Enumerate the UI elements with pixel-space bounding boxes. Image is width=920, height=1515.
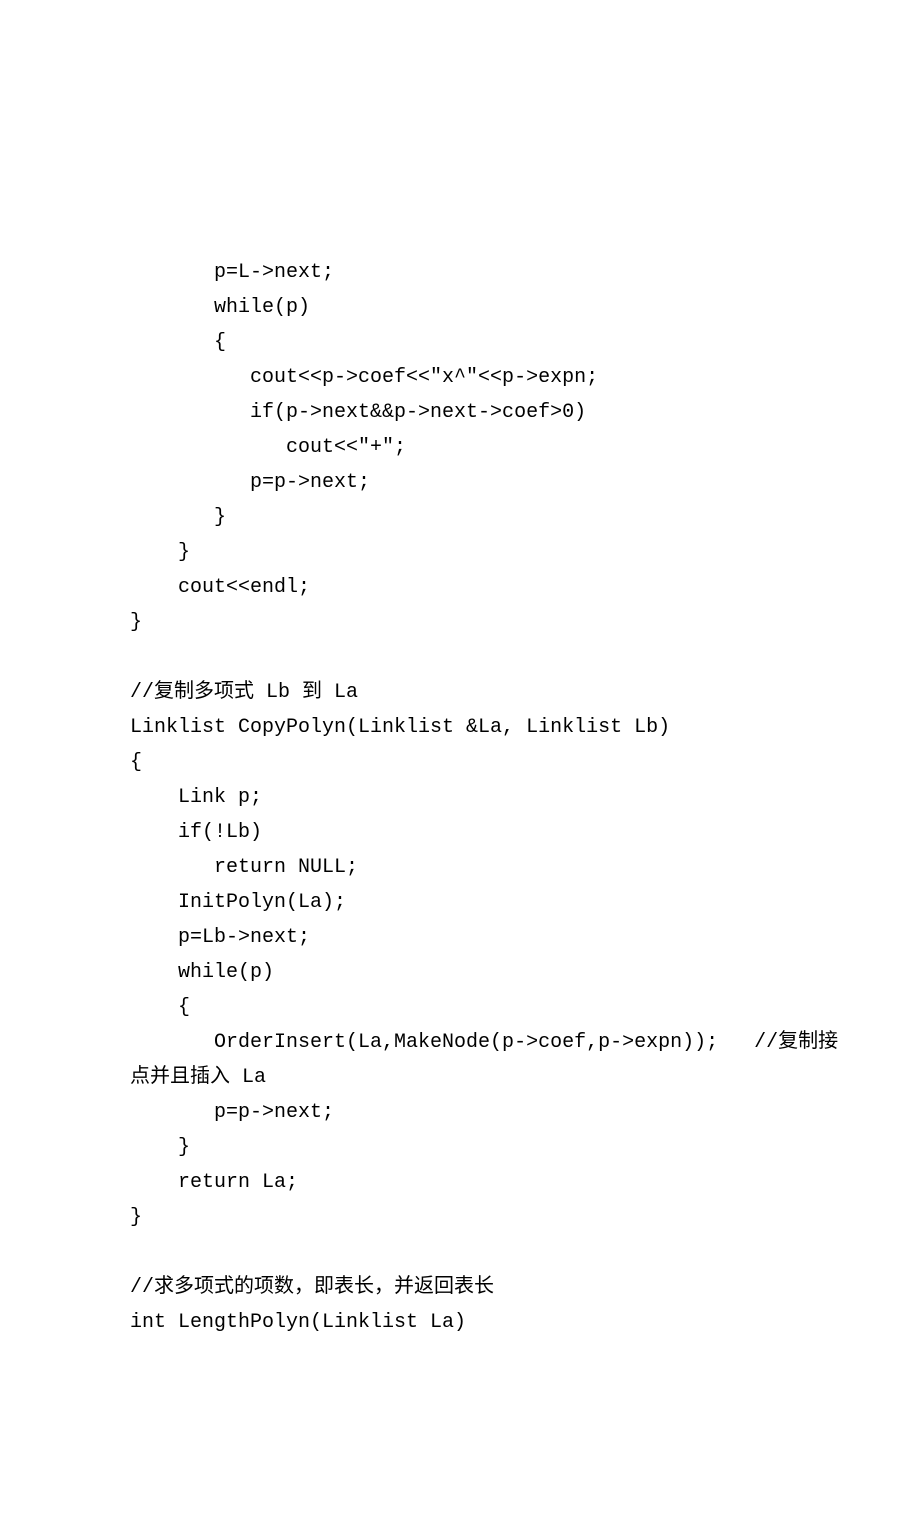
code-line: while(p) — [130, 955, 790, 990]
code-line: } — [130, 605, 790, 640]
code-line: } — [130, 1130, 790, 1165]
code-line: p=p->next; — [130, 1095, 790, 1130]
code-line: return La; — [130, 1165, 790, 1200]
code-line: p=L->next; — [130, 255, 790, 290]
code-line: { — [130, 325, 790, 360]
code-line: cout<<"+"; — [130, 430, 790, 465]
code-line: 点并且插入 La — [130, 1060, 790, 1095]
code-line: cout<<endl; — [130, 570, 790, 605]
code-line — [130, 640, 790, 675]
code-line: OrderInsert(La,MakeNode(p->coef,p->expn)… — [130, 1025, 790, 1060]
code-line: } — [130, 500, 790, 535]
code-line: } — [130, 1200, 790, 1235]
code-line: //求多项式的项数，即表长，并返回表长 — [130, 1270, 790, 1305]
code-line: cout<<p->coef<<"x^"<<p->expn; — [130, 360, 790, 395]
code-line: Linklist CopyPolyn(Linklist &La, Linklis… — [130, 710, 790, 745]
code-line: return NULL; — [130, 850, 790, 885]
code-line: p=p->next; — [130, 465, 790, 500]
code-line: Link p; — [130, 780, 790, 815]
code-line: int LengthPolyn(Linklist La) — [130, 1305, 790, 1340]
code-line — [130, 1235, 790, 1270]
code-line: { — [130, 990, 790, 1025]
code-line: } — [130, 535, 790, 570]
code-line: while(p) — [130, 290, 790, 325]
code-line: //复制多项式 Lb 到 La — [130, 675, 790, 710]
code-line: p=Lb->next; — [130, 920, 790, 955]
code-document: p=L->next; while(p) { cout<<p->coef<<"x^… — [130, 255, 790, 1340]
code-line: if(!Lb) — [130, 815, 790, 850]
code-line: { — [130, 745, 790, 780]
code-line: InitPolyn(La); — [130, 885, 790, 920]
code-line: if(p->next&&p->next->coef>0) — [130, 395, 790, 430]
